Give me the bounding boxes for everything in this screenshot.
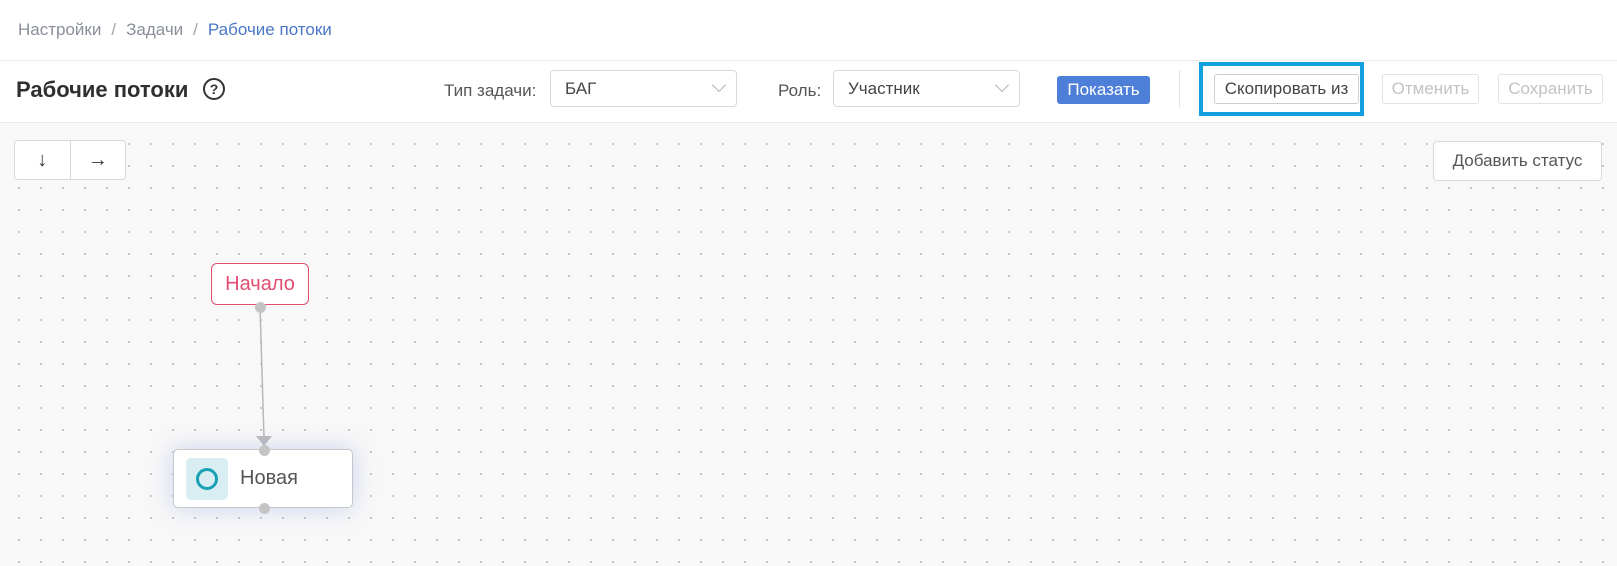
state-port-out[interactable]: [259, 503, 270, 514]
page-title: Рабочие потоки: [16, 77, 189, 102]
breadcrumb-item-tasks[interactable]: Задачи: [126, 20, 183, 40]
toolbar: Рабочие потоки ? Тип задачи: БАГ Роль: У…: [0, 61, 1617, 122]
cancel-button[interactable]: Отменить: [1382, 74, 1479, 104]
add-status-button[interactable]: Добавить статус: [1433, 141, 1602, 181]
state-icon-box: [186, 457, 228, 500]
state-port-in[interactable]: [259, 445, 270, 456]
role-label: Роль:: [778, 81, 822, 100]
start-node[interactable]: Начало: [211, 263, 309, 305]
breadcrumb-current: Рабочие потоки: [207, 20, 332, 39]
breadcrumb: Настройки / Задачи / Рабочие потоки: [18, 0, 332, 60]
breadcrumb-item-settings[interactable]: Настройки: [18, 20, 101, 40]
role-select[interactable]: Участник: [833, 70, 1020, 107]
circle-status-icon: [196, 467, 218, 490]
start-port-out[interactable]: [255, 302, 266, 313]
copy-from-button[interactable]: Скопировать из: [1214, 74, 1359, 104]
divider: [1179, 70, 1180, 108]
state-node[interactable]: Новая: [173, 449, 353, 508]
help-icon[interactable]: ?: [203, 78, 225, 100]
breadcrumb-separator: /: [111, 20, 117, 39]
save-button[interactable]: Сохранить: [1498, 74, 1603, 104]
layout-direction-toggle: ↓ →: [14, 140, 126, 180]
arrow-down-icon[interactable]: ↓: [15, 141, 70, 179]
show-button[interactable]: Показать: [1057, 76, 1150, 104]
role-value: Участник: [848, 78, 920, 98]
task-type-value: БАГ: [565, 78, 597, 98]
task-type-select[interactable]: БАГ: [550, 70, 737, 107]
task-type-label: Тип задачи:: [444, 81, 537, 100]
breadcrumb-separator: /: [193, 20, 198, 39]
chevron-down-icon: [994, 77, 1010, 93]
chevron-down-icon: [711, 77, 727, 93]
state-label: Новая: [240, 467, 298, 489]
arrow-right-icon[interactable]: →: [69, 141, 126, 179]
